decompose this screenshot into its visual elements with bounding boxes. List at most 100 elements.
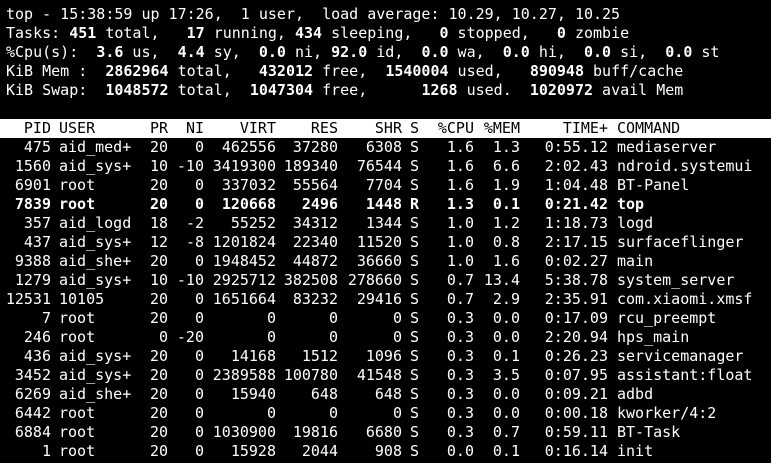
process-time: 0:26.23: [544, 347, 608, 365]
process-time: 0:16.14: [544, 442, 608, 460]
process-command: com.xiaomi.xmsf: [617, 290, 753, 308]
process-cpu: 1.0: [446, 252, 474, 270]
process-state: S: [410, 252, 420, 270]
process-row[interactable]: 7 root 20 0 0 0 0 S 0.3 0.0 0:17.09 rcu_preempt: [0, 309, 771, 328]
process-command: system_server: [617, 271, 735, 289]
col-command[interactable]: COMMAND: [617, 119, 680, 138]
process-row[interactable]: 3452 aid_sys+ 20 0 2389588 100780 41548 S 0.3 3.5…: [0, 366, 771, 385]
process-cpu: 0.3: [446, 404, 474, 422]
cpu-si-label: si,: [611, 43, 648, 61]
col-time[interactable]: TIME+: [522, 119, 608, 138]
process-user: 10105: [59, 290, 105, 308]
process-time: 2:17.15: [544, 233, 608, 251]
process-time: 1:04.48: [544, 176, 608, 194]
col-pid[interactable]: PID: [0, 119, 51, 138]
process-row[interactable]: 436 aid_sys+ 20 0 14168 1512 1096 S 0.3 0.1 0:26.2…: [0, 347, 771, 366]
process-user: root: [59, 423, 96, 441]
process-user: aid_sys+: [59, 233, 132, 251]
process-state: S: [410, 385, 420, 403]
process-virt: 337032: [221, 176, 276, 194]
process-command: mediaserver: [617, 138, 717, 156]
process-nice: 0: [194, 385, 204, 403]
process-row[interactable]: 246 root 0 -20 0 0 0 S 0.3 0.0 2:20.94 hps_main: [0, 328, 771, 347]
process-cpu: 1.6: [446, 138, 474, 156]
process-row[interactable]: 475 aid_med+ 20 0 462556 37280 6308 S 1.6 1.3 0:55…: [0, 138, 771, 157]
process-cpu: 1.6: [446, 176, 474, 194]
process-state: S: [410, 442, 420, 460]
process-user: root: [59, 404, 96, 422]
process-row[interactable]: 1 root 20 0 15928 2044 908 S 0.0 0.1 0:16.14 init: [0, 442, 771, 461]
process-command: hps_main: [617, 328, 690, 346]
col-cpu[interactable]: %CPU: [428, 119, 474, 138]
process-priority: 0: [158, 328, 168, 346]
process-priority: 20: [149, 404, 168, 422]
process-row[interactable]: 6442 root 20 0 0 0 0 S 0.3 0.0 0:00.18 kworker/4:2: [0, 404, 771, 423]
process-row[interactable]: 1560 aid_sys+ 10 -10 3419300 189340 76544 S 1.6 6…: [0, 157, 771, 176]
col-res[interactable]: RES: [278, 119, 338, 138]
process-virt: 55252: [230, 214, 276, 232]
process-res: 2044: [301, 442, 338, 460]
col-shr[interactable]: SHR: [340, 119, 402, 138]
process-time: 0:55.12: [544, 138, 608, 156]
process-row[interactable]: 1279 aid_sys+ 10 -10 2925712 382508 278660 S 0.7…: [0, 271, 771, 290]
process-state: S: [410, 157, 420, 175]
process-row[interactable]: 9388 aid_she+ 20 0 1948452 44872 36660 S 1.0 1.6 0…: [0, 252, 771, 271]
process-user: aid_med+: [59, 138, 132, 156]
process-user: root: [59, 195, 96, 213]
process-row[interactable]: 6884 root 20 0 1030900 19816 6680 S 0.3 0.7 0:59.1…: [0, 423, 771, 442]
col-mem[interactable]: %MEM: [476, 119, 520, 138]
mem-line: KiB Mem : 2862964 total, 432012 free, 15…: [6, 62, 683, 81]
col-virt[interactable]: VIRT: [206, 119, 276, 138]
process-state: S: [410, 309, 420, 327]
process-shr: 36660: [356, 252, 402, 270]
cpu-label: %Cpu(s):: [6, 43, 79, 61]
process-cpu: 0.3: [446, 366, 474, 384]
tasks-total: 451: [69, 24, 97, 42]
process-row[interactable]: 7839 root 20 0 120668 2496 1448 R 1.3 0.1 0:21.42 t…: [0, 195, 771, 214]
process-mem: 1.2: [492, 214, 520, 232]
process-virt: 3419300: [212, 157, 276, 175]
process-pid: 7: [41, 309, 51, 327]
process-cpu: 0.7: [446, 290, 474, 308]
tasks-line: Tasks: 451 total, 17 running, 434 sleepi…: [6, 24, 629, 43]
process-state: R: [410, 195, 420, 213]
swap-total: 1048572: [105, 81, 169, 99]
col-ni[interactable]: NI: [172, 119, 204, 138]
process-nice: 0: [194, 309, 204, 327]
process-virt: 15940: [230, 385, 276, 403]
process-row[interactable]: 6901 root 20 0 337032 55564 7704 S 1.6 1.9 1:04.48…: [0, 176, 771, 195]
process-command: assistant:float: [617, 366, 753, 384]
process-user: aid_she+: [59, 252, 132, 270]
cpu-wa: 0.0: [421, 43, 449, 61]
process-shr: 0: [392, 404, 402, 422]
process-row[interactable]: 6269 aid_she+ 20 0 15940 648 648 S 0.3 0.0 0:09.21…: [0, 385, 771, 404]
col-state[interactable]: S: [410, 119, 419, 138]
process-state: S: [410, 233, 420, 251]
process-state: S: [410, 328, 420, 346]
process-res: 37280: [292, 138, 338, 156]
col-pr[interactable]: PR: [140, 119, 168, 138]
process-priority: 20: [149, 195, 168, 213]
swap-total-label: total,: [168, 81, 232, 99]
process-nice: 0: [194, 138, 204, 156]
process-res: 648: [310, 385, 338, 403]
process-command: ndroid.systemui: [617, 157, 753, 175]
mem-total-label: total,: [168, 62, 232, 80]
process-row[interactable]: 357 aid_logd 18 -2 55252 34312 1344 S 1.0 1.2 1:18…: [0, 214, 771, 233]
mem-buff: 890948: [529, 62, 584, 80]
col-user[interactable]: USER: [59, 119, 95, 138]
process-row[interactable]: 12531 10105 20 0 1651664 83232 29416 S 0.7 2.9 2:3…: [0, 290, 771, 309]
process-state: S: [410, 404, 420, 422]
process-state: S: [410, 214, 420, 232]
process-shr: 278660: [347, 271, 402, 289]
process-shr: 76544: [356, 157, 402, 175]
process-time: 1:18.73: [544, 214, 608, 232]
process-row[interactable]: 437 aid_sys+ 12 -8 1201824 22340 11520 S 1.0 0.8 2…: [0, 233, 771, 252]
process-command: init: [617, 442, 654, 460]
process-mem: 0.0: [492, 404, 520, 422]
cpu-line: %Cpu(s): 3.6 us, 4.4 sy, 0.0 ni, 92.0 id…: [6, 43, 719, 62]
process-res: 55564: [292, 176, 338, 194]
process-res: 34312: [292, 214, 338, 232]
process-user: root: [59, 442, 96, 460]
process-cpu: 0.0: [446, 442, 474, 460]
